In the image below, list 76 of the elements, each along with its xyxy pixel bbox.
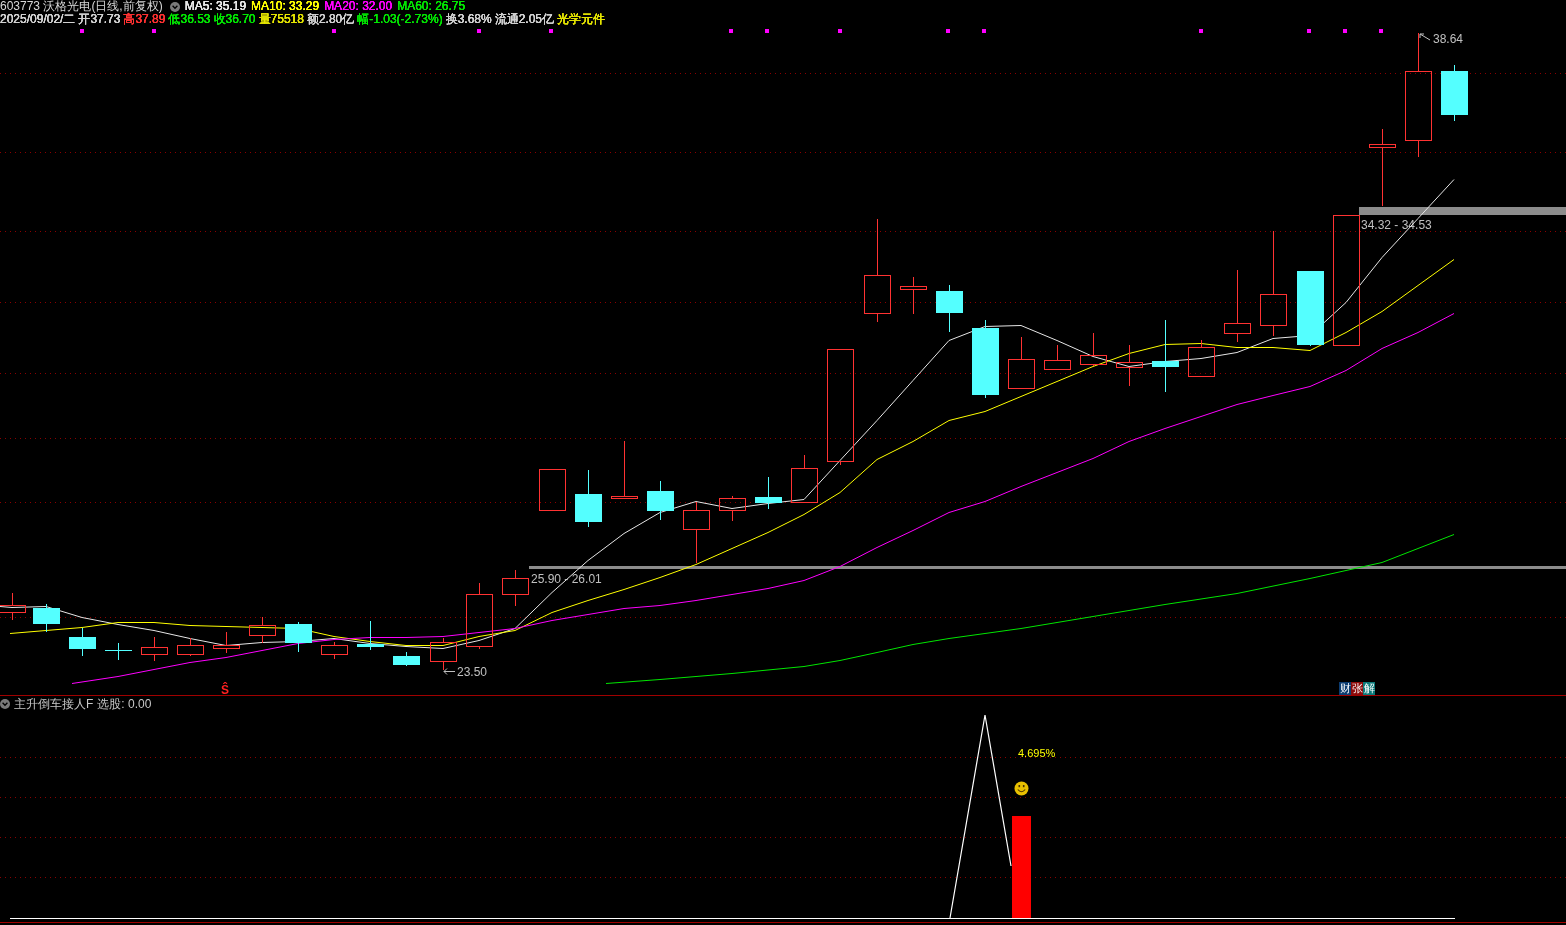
moving-average-value: MA20: 32.00 — [324, 0, 393, 13]
marker-icon — [946, 29, 950, 33]
marker-icon — [152, 29, 156, 33]
chevron-down-icon[interactable] — [0, 699, 10, 709]
indicator-reading: 选股: 0.00 — [97, 695, 152, 713]
quote-value: 高37.89 — [123, 13, 166, 26]
marker-icon — [477, 29, 481, 33]
candlestick — [357, 620, 384, 651]
sell-signal-mark: Ŝ — [221, 683, 229, 695]
candlestick — [105, 642, 132, 661]
candlestick — [1044, 344, 1071, 370]
candlestick — [575, 469, 602, 528]
candlestick — [1188, 339, 1215, 378]
candlestick — [647, 480, 674, 521]
quote-value: 换3.68% — [445, 13, 492, 26]
candlestick — [285, 621, 312, 653]
indicator-value-label: 4.695% — [1018, 747, 1056, 759]
quote-value: 2025/09/02/二 — [0, 13, 76, 26]
candlestick — [321, 641, 348, 660]
low-price-label: 23.50 — [457, 665, 488, 679]
quote-value: 流通2.05亿 — [494, 13, 555, 26]
candlestick — [177, 637, 204, 657]
candlestick — [33, 603, 60, 633]
marker-icon — [729, 29, 733, 33]
marker-icon — [765, 29, 769, 33]
marker-icon — [982, 29, 986, 33]
candlestick — [393, 651, 420, 667]
candlestick — [755, 476, 782, 510]
candlestick — [502, 569, 529, 607]
candlestick — [466, 582, 493, 650]
quote-value: 幅-1.03(-2.73%) — [357, 13, 443, 26]
high-price-label: 38.64 — [1433, 32, 1464, 46]
marker-icon — [1199, 29, 1203, 33]
candlestick — [791, 454, 818, 504]
moving-average-value: MA5: 35.19 — [184, 0, 247, 13]
candlestick — [141, 636, 168, 662]
moving-average-value: MA60: 26.75 — [397, 0, 466, 13]
moving-average-value: MA10: 33.29 — [251, 0, 320, 13]
info-tag[interactable]: 解 — [1363, 682, 1375, 695]
smiley-icon — [1014, 781, 1029, 796]
stock-title: 603773 沃格光电(日线,前复权) — [0, 0, 163, 13]
candlestick — [0, 592, 26, 621]
marker-icon — [549, 29, 553, 33]
candlestick — [249, 616, 276, 644]
quote-value: 额2.80亿 — [306, 13, 355, 26]
quote-value: 量75518 — [258, 13, 304, 26]
marker-icon — [80, 29, 84, 33]
price-range-label: 25.90 - 26.01 — [531, 572, 602, 586]
candlestick — [900, 276, 927, 315]
candlestick — [936, 284, 963, 333]
candlestick — [213, 631, 240, 654]
marker-icon — [1379, 29, 1383, 33]
candlestick — [1116, 344, 1143, 387]
chevron-down-icon[interactable] — [169, 1, 180, 12]
candlestick — [719, 495, 746, 522]
candlestick — [69, 627, 96, 657]
marker-icon — [838, 29, 842, 33]
candlestick — [683, 501, 710, 564]
info-tag[interactable]: 财 — [1339, 682, 1351, 695]
candlestick — [1441, 64, 1468, 122]
quote-value: 光学元件 — [557, 13, 606, 26]
marker-icon — [1343, 29, 1347, 33]
info-tag[interactable]: 张 — [1351, 682, 1363, 695]
candlestick — [430, 637, 457, 671]
candlestick — [611, 440, 638, 499]
arrow-icon — [443, 668, 456, 675]
candlestick — [539, 469, 566, 511]
marker-icon — [1307, 29, 1311, 33]
quote-value: 低36.53 — [168, 13, 211, 26]
quote-value: 开37.73 — [78, 13, 121, 26]
quote-value: 收36.70 — [213, 13, 256, 26]
candlestick — [1008, 336, 1035, 389]
indicator-name: 主升倒车接人F — [14, 695, 94, 713]
candlestick — [1080, 332, 1107, 367]
arrow-icon — [1419, 33, 1431, 41]
marker-icon — [332, 29, 336, 33]
